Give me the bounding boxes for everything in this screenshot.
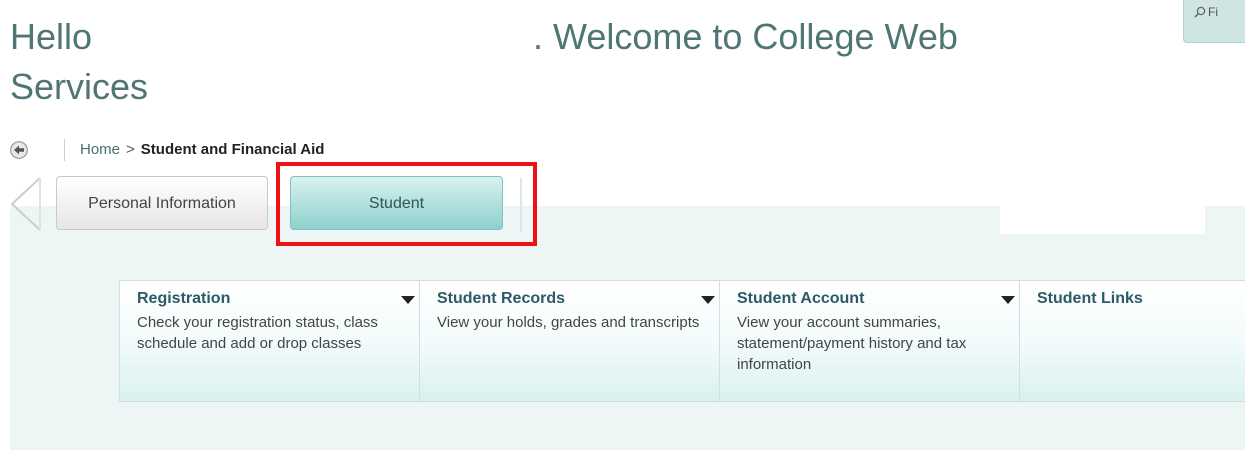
breadcrumb-home-link[interactable]: Home (80, 141, 120, 158)
greeting-services: Services (10, 66, 149, 107)
back-arrow-icon[interactable] (10, 141, 28, 159)
tab-personal-information[interactable]: Personal Information (56, 176, 268, 230)
greeting-hello: Hello (10, 16, 93, 57)
tab-scroll-left-icon[interactable] (8, 176, 48, 232)
card-title[interactable]: Student Records (437, 290, 565, 308)
find-search-box[interactable]: Fi (1183, 0, 1245, 43)
breadcrumb-current: Student and Financial Aid (140, 141, 325, 158)
card-student-account[interactable]: Student Account View your account summar… (719, 280, 1019, 402)
greeting-welcome: . Welcome to College Web (533, 16, 958, 57)
dropdown-caret-icon[interactable] (401, 296, 415, 304)
breadcrumb: Home > Student and Financial Aid (80, 141, 324, 158)
card-title[interactable]: Student Links (1037, 290, 1143, 308)
search-icon (1194, 6, 1206, 18)
card-title[interactable]: Student Account (737, 290, 864, 308)
breadcrumb-separator: > (126, 141, 135, 158)
card-registration[interactable]: Registration Check your registration sta… (119, 280, 419, 402)
card-title[interactable]: Registration (137, 290, 230, 308)
card-description: View your holds, grades and transcripts (437, 314, 700, 331)
card-student-links[interactable]: Student Links (1019, 280, 1245, 402)
card-description: View your account summaries, statement/p… (737, 314, 967, 373)
breadcrumb-divider (64, 139, 65, 161)
tab-highlight-outline (276, 162, 537, 246)
dropdown-caret-icon[interactable] (701, 296, 715, 304)
card-student-records[interactable]: Student Records View your holds, grades … (419, 280, 719, 402)
panel-top-strip (1000, 206, 1205, 234)
dropdown-caret-icon[interactable] (1001, 296, 1015, 304)
search-label: Fi (1208, 5, 1218, 19)
card-description: Check your registration status, class sc… (137, 314, 378, 352)
